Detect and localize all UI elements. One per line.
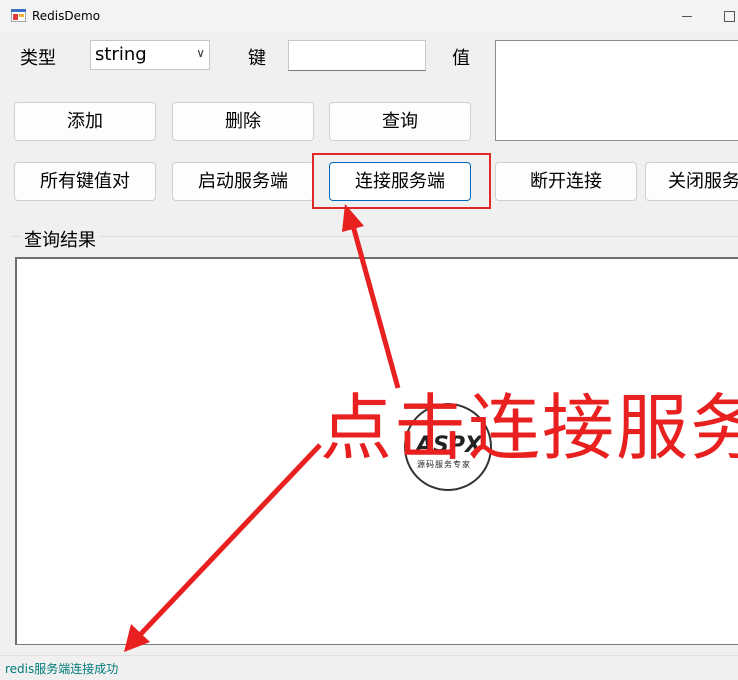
annotation-highlight-box (312, 153, 491, 209)
chevron-down-icon: ∨ (196, 46, 205, 60)
all-pairs-button[interactable]: 所有键值对 (14, 162, 156, 201)
key-input[interactable] (288, 40, 426, 71)
delete-button[interactable]: 删除 (172, 102, 314, 141)
type-select-value: string (95, 44, 147, 65)
status-bar: redis服务端连接成功 (0, 655, 738, 680)
type-label: 类型 (20, 48, 56, 69)
value-textarea[interactable] (495, 40, 738, 141)
query-button[interactable]: 查询 (329, 102, 471, 141)
maximize-button[interactable] (716, 4, 738, 28)
minimize-button[interactable] (672, 4, 702, 28)
annotation-text: 点击连接服务 (320, 386, 738, 470)
start-server-button[interactable]: 启动服务端 (172, 162, 314, 201)
app-icon (11, 9, 26, 22)
window-title: RedisDemo (32, 9, 101, 23)
disconnect-button[interactable]: 断开连接 (495, 162, 637, 201)
key-label: 键 (248, 48, 266, 69)
close-server-button[interactable]: 关闭服务 (645, 162, 738, 201)
add-button[interactable]: 添加 (14, 102, 156, 141)
results-groupbox-border (12, 236, 738, 237)
results-group-title: 查询结果 (20, 226, 100, 252)
value-label: 值 (452, 48, 470, 69)
status-text: redis服务端连接成功 (5, 662, 119, 676)
type-select[interactable]: string ∨ (90, 40, 210, 70)
title-bar: RedisDemo (0, 0, 738, 33)
